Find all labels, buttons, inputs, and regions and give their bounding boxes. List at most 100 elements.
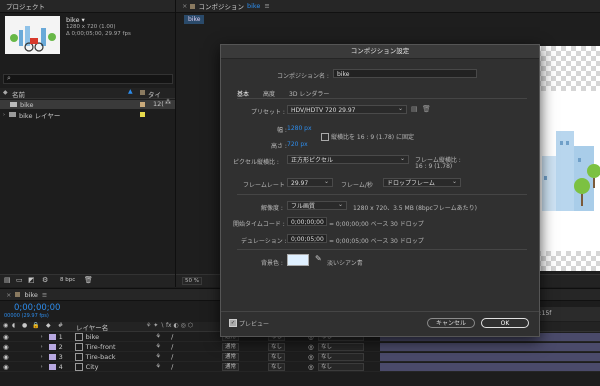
save-preset-icon[interactable]: ▤: [411, 105, 418, 113]
sort-arrow-icon[interactable]: ▲: [128, 88, 133, 95]
settings-icon[interactable]: ⚙: [42, 276, 48, 284]
layer-name[interactable]: Tire-back: [86, 353, 146, 361]
col-name[interactable]: 名前: [12, 89, 25, 99]
ok-button[interactable]: OK: [481, 318, 529, 328]
layer-number: 1: [58, 332, 63, 341]
frame-rate-select[interactable]: 29.97: [287, 177, 333, 187]
preview-label: プレビュー: [239, 321, 270, 328]
track-matte-select[interactable]: なし: [268, 342, 286, 351]
expand-arrow-icon[interactable]: ›: [41, 364, 43, 370]
layer-row[interactable]: ◉ › 3 Tire-back ⚘ ∕ 通常 なし ◎ なし: [0, 352, 600, 362]
resolution-select[interactable]: フル画質: [287, 200, 347, 210]
height-value[interactable]: 720 px: [287, 141, 308, 148]
quality-icon[interactable]: ∕: [171, 353, 173, 361]
layer-name[interactable]: Tire-front: [86, 343, 146, 351]
viewer-tab-comp[interactable]: bike: [247, 2, 260, 10]
project-item-row[interactable]: › bike レイヤー: [0, 110, 175, 120]
tab-3d-renderer[interactable]: 3D レンダラー: [289, 89, 329, 98]
project-column-header: ◆ 名前 ▲ タイ: [0, 88, 175, 99]
folder-icon: [9, 112, 16, 117]
new-composition-icon[interactable]: ◩: [28, 276, 35, 284]
bg-color-swatch[interactable]: [287, 254, 309, 266]
menu-icon[interactable]: ≡: [42, 291, 47, 299]
drop-frame-select[interactable]: ドロップフレーム: [383, 177, 461, 187]
eyedropper-icon[interactable]: ✎: [315, 254, 322, 263]
current-timecode[interactable]: 0;00;00;00: [14, 303, 60, 313]
project-tab[interactable]: プロジェクト: [6, 1, 45, 11]
delete-preset-icon[interactable]: 🗑: [422, 105, 431, 113]
col-type[interactable]: タイ: [148, 89, 161, 99]
zoom-select[interactable]: 50 %: [182, 277, 202, 285]
close-icon[interactable]: ×: [182, 2, 187, 10]
layer-number: 2: [58, 342, 63, 351]
interpret-footage-icon[interactable]: ▤: [4, 276, 11, 284]
layer-bar[interactable]: [380, 362, 600, 371]
lock-aspect-checkbox[interactable]: [321, 133, 329, 141]
parent-select[interactable]: なし: [318, 362, 364, 371]
viewer-subtab[interactable]: bike: [184, 15, 205, 24]
timeline-tab[interactable]: bike: [24, 291, 37, 299]
quality-icon[interactable]: ∕: [171, 333, 173, 341]
close-icon[interactable]: ×: [6, 291, 11, 299]
expand-arrow-icon[interactable]: ›: [41, 344, 43, 350]
pixel-aspect-select[interactable]: 正方形ピクセル: [287, 154, 409, 164]
parent-select[interactable]: なし: [318, 342, 364, 351]
parent-pickwhip-icon[interactable]: ◎: [308, 343, 314, 351]
item-name[interactable]: bike ▾: [66, 16, 85, 24]
shy-icon[interactable]: ⚘: [156, 343, 161, 350]
frame-aspect-value: 16 : 9 (1.78): [415, 163, 453, 170]
layer-label-color[interactable]: [48, 353, 56, 360]
cancel-button[interactable]: キャンセル: [427, 318, 475, 328]
eye-icon[interactable]: ◉: [3, 333, 9, 341]
eye-icon[interactable]: ◉: [3, 343, 9, 351]
track-matte-select[interactable]: なし: [268, 362, 286, 371]
menu-icon[interactable]: ≡: [264, 2, 269, 10]
project-item-row[interactable]: bike 12( ⁂: [0, 99, 175, 109]
parent-pickwhip-icon[interactable]: ◎: [308, 353, 314, 361]
width-value[interactable]: 1280 px: [287, 125, 312, 132]
layer-label-color[interactable]: [48, 333, 56, 340]
layer-bar[interactable]: [380, 352, 600, 361]
comp-name-input[interactable]: bike: [333, 69, 477, 78]
shy-icon[interactable]: ⚘: [156, 353, 161, 360]
new-folder-icon[interactable]: ▭: [16, 276, 23, 284]
eye-icon[interactable]: ◉: [3, 353, 9, 361]
preset-label: プリセット :: [251, 109, 285, 116]
start-timecode-input[interactable]: 0;00;00;00: [287, 217, 327, 226]
track-matte-select[interactable]: なし: [268, 352, 286, 361]
bpc-label[interactable]: 8 bpc: [60, 277, 75, 283]
preview-checkbox[interactable]: ✓: [229, 319, 237, 327]
shy-icon[interactable]: ⚘: [156, 363, 161, 370]
layer-row[interactable]: ◉ › 4 City ⚘ ∕ 通常 なし ◎ なし: [0, 362, 600, 372]
preset-select[interactable]: HDV/HDTV 720 29.97: [287, 104, 407, 114]
expand-arrow-icon[interactable]: ›: [41, 354, 43, 360]
layer-bar[interactable]: [380, 342, 600, 351]
layer-type-icon: [74, 352, 83, 361]
blend-mode-select[interactable]: 通常: [222, 362, 240, 371]
footer-divider: [221, 311, 539, 312]
quality-icon[interactable]: ∕: [171, 343, 173, 351]
layer-label-color[interactable]: [48, 363, 56, 370]
blend-mode-select[interactable]: 通常: [222, 342, 240, 351]
parent-select[interactable]: なし: [318, 352, 364, 361]
layer-name[interactable]: bike: [86, 333, 146, 341]
blend-mode-select[interactable]: 通常: [222, 352, 240, 361]
trash-icon[interactable]: 🗑: [84, 276, 93, 284]
quality-icon[interactable]: ∕: [171, 363, 173, 371]
expand-arrow-icon[interactable]: ›: [41, 334, 43, 340]
col-layer-name[interactable]: レイヤー名: [76, 322, 108, 332]
shy-icon[interactable]: ⚘: [156, 333, 161, 340]
layer-row[interactable]: ◉ › 2 Tire-front ⚘ ∕ 通常 なし ◎ なし: [0, 342, 600, 352]
layer-name[interactable]: City: [86, 363, 146, 371]
tab-advanced[interactable]: 高度: [263, 89, 275, 98]
layer-label-color[interactable]: [48, 343, 56, 350]
project-panel: プロジェクト bike ▾ 1280 x 720 (1.00) Δ 0;00;0…: [0, 0, 176, 287]
expand-arrow-icon[interactable]: ›: [3, 112, 5, 118]
project-search-input[interactable]: ⌕: [3, 74, 173, 84]
duration-input[interactable]: 0;00;05;00: [287, 234, 327, 243]
viewer-tab-label[interactable]: コンポジション: [198, 1, 244, 11]
parent-pickwhip-icon[interactable]: ◎: [308, 363, 314, 371]
comp-canvas[interactable]: [536, 46, 600, 271]
eye-icon[interactable]: ◉: [3, 363, 9, 371]
flowchart-icon: ⁂: [165, 99, 171, 106]
